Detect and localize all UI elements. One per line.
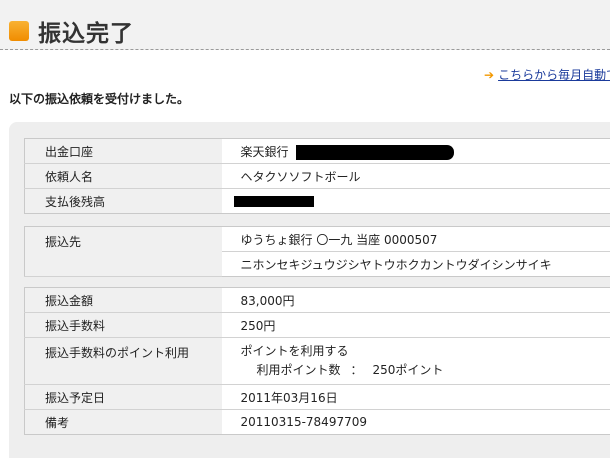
account-table: 出金口座 楽天銀行 依頼人名 ヘタクソソフトボール 支払後残高 bbox=[24, 138, 610, 214]
points-count-line: 利用ポイント数 ： 250ポイント bbox=[241, 361, 610, 380]
note-value: 20110315-78497709 bbox=[240, 415, 368, 429]
page-header: 振込完了 bbox=[0, 0, 610, 50]
note-label: 備考 bbox=[24, 409, 222, 435]
table-row: 振込金額 83,000円 bbox=[24, 287, 610, 313]
bank-name: 楽天銀行 bbox=[240, 144, 289, 159]
fee-label: 振込手数料 bbox=[24, 312, 222, 338]
withdrawal-account-value: 楽天銀行 bbox=[221, 138, 610, 164]
balance-after-label: 支払後残高 bbox=[24, 188, 222, 214]
table-row: 振込予定日 2011年03月16日 bbox=[24, 384, 610, 410]
payee-bank-line: ゆうちょ銀行 〇一九 当座 0000507 bbox=[221, 226, 610, 252]
page-title: 振込完了 bbox=[38, 21, 134, 47]
payee-label: 振込先 bbox=[24, 226, 222, 277]
table-row: 振込手数料 250円 bbox=[24, 312, 610, 338]
points-count-value: 250ポイント bbox=[372, 363, 444, 377]
points-use-text: ポイントを利用する bbox=[240, 344, 349, 358]
scheduled-date-label: 振込予定日 bbox=[24, 384, 222, 410]
payee-name-line: ニホンセキジュウジシヤトウホクカントウダイシンサイキ bbox=[240, 257, 552, 272]
points-count-separator: ： bbox=[350, 363, 363, 377]
balance-after-value bbox=[222, 189, 610, 214]
fee-value: 250円 bbox=[221, 312, 610, 338]
table-row: 依頼人名 ヘタクソソフトボール bbox=[24, 163, 610, 189]
table-row: 振込手数料のポイント利用 ポイントを利用する 利用ポイント数 ： 250ポイント bbox=[24, 337, 610, 385]
transfer-table: 振込金額 83,000円 振込手数料 250円 振込手数料のポイント利用 ポイン… bbox=[24, 287, 610, 435]
auto-transfer-link-row[interactable]: ➔ こちらから毎月自動で bbox=[484, 66, 610, 83]
requester-name-value: ヘタクソソフトボール bbox=[221, 163, 610, 189]
payee-table: 振込先 ゆうちょ銀行 〇一九 当座 0000507 ニホンセキジュウジシヤトウホ… bbox=[24, 226, 610, 277]
withdrawal-account-label: 出金口座 bbox=[24, 138, 222, 164]
points-value: ポイントを利用する 利用ポイント数 ： 250ポイント bbox=[221, 337, 610, 385]
table-row: 振込先 ゆうちょ銀行 〇一九 当座 0000507 bbox=[24, 226, 610, 277]
intro-message: 以下の振込依頼を受付けました。 bbox=[9, 92, 190, 106]
points-count-label: 利用ポイント数 bbox=[256, 363, 341, 377]
amount-label: 振込金額 bbox=[24, 287, 222, 313]
scheduled-date-value: 2011年03月16日 bbox=[221, 384, 610, 410]
auto-transfer-link[interactable]: こちらから毎月自動で bbox=[498, 68, 610, 82]
orange-square-icon bbox=[9, 21, 29, 41]
table-row: 備考 20110315-78497709 bbox=[24, 409, 610, 435]
amount-value: 83,000円 bbox=[221, 287, 610, 313]
redacted-balance bbox=[233, 196, 314, 207]
arrow-right-icon: ➔ bbox=[484, 68, 495, 82]
points-label: 振込手数料のポイント利用 bbox=[24, 337, 222, 385]
table-row: 支払後残高 bbox=[24, 188, 610, 214]
redacted-account-number bbox=[296, 144, 455, 160]
table-row: 出金口座 楽天銀行 bbox=[24, 138, 610, 164]
requester-name-label: 依頼人名 bbox=[24, 163, 222, 189]
